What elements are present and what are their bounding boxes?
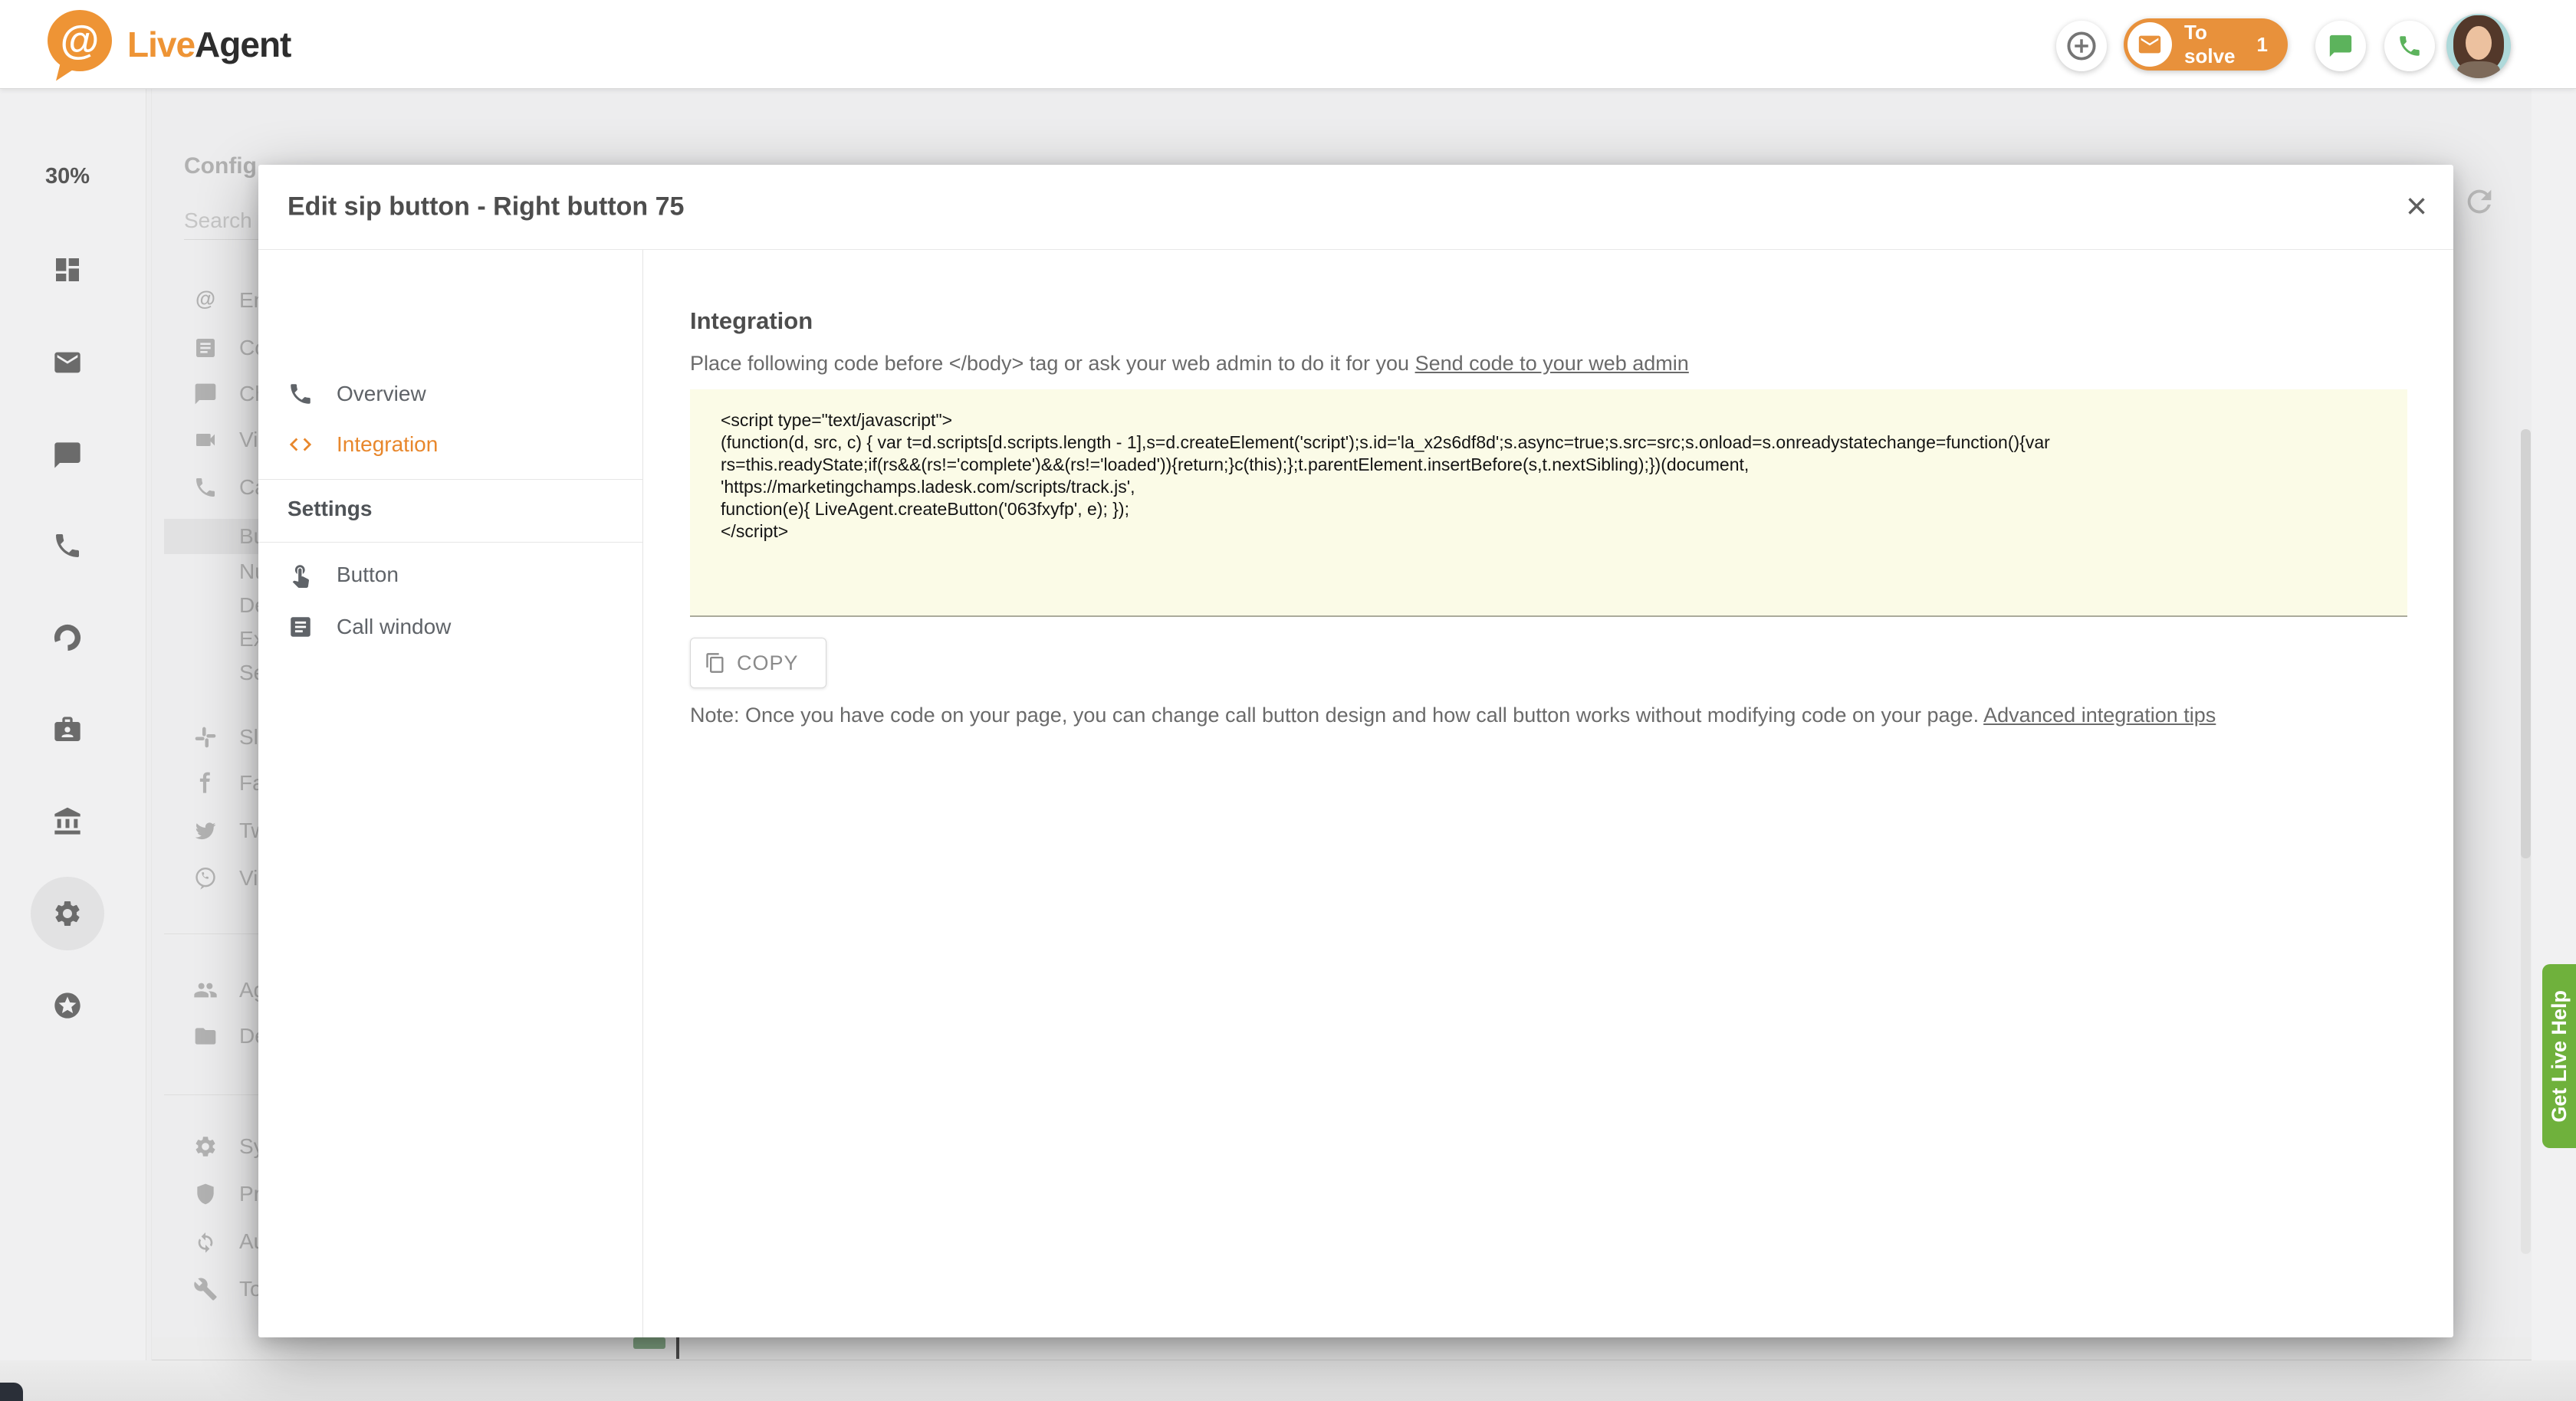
article-icon [193, 336, 218, 360]
people-icon [193, 978, 218, 1002]
phone-icon [193, 475, 218, 500]
shield-icon [193, 1182, 218, 1206]
sidebar-item-chat-icon[interactable] [52, 440, 83, 471]
facebook-icon [193, 771, 218, 796]
chats-button[interactable] [2315, 21, 2366, 71]
app-root: @ LiveAgent To solve 1 30% [0, 0, 2576, 1401]
envelope-icon [2137, 31, 2163, 57]
modal-header: Edit sip button - Right button 75 × [258, 165, 2453, 250]
page-bottom-fade [0, 1360, 2576, 1401]
usage-percent: 30% [0, 164, 135, 189]
liveagent-logo-text: LiveAgent [127, 0, 291, 88]
get-live-help-label: Get Live Help [2548, 990, 2571, 1123]
sidebar-item-dashboard-icon[interactable] [52, 254, 83, 285]
modal-nav: Overview Integration Settings Button Call wi… [258, 250, 643, 1337]
autorenew-icon [193, 1229, 218, 1254]
calls-button[interactable] [2384, 21, 2435, 71]
avatar-body [2457, 61, 2500, 78]
modal-nav-divider [258, 479, 642, 480]
config-item-label: Pr [239, 1182, 261, 1206]
avatar-face [2466, 26, 2492, 60]
logo-live: Live [127, 24, 195, 65]
modal-nav-label: Call window [337, 615, 451, 639]
integration-instruction: Place following code before </body> tag … [690, 352, 1689, 376]
refresh-icon[interactable] [2462, 184, 2497, 219]
copy-button[interactable]: COPY [690, 638, 826, 688]
chat-icon [193, 382, 218, 406]
advanced-tips-link[interactable]: Advanced integration tips [1983, 704, 2216, 727]
folder-icon [193, 1024, 218, 1048]
twitter-icon [193, 819, 218, 843]
instruction-text: Place following code before </body> tag … [690, 352, 1409, 375]
modal-nav-overview[interactable]: Overview [258, 369, 642, 418]
modal-nav-label: Integration [337, 432, 438, 457]
get-live-help-tab[interactable]: Get Live Help [2542, 964, 2576, 1148]
background-green-button-fragment [633, 1337, 665, 1349]
right-margin [2532, 88, 2576, 1401]
touch-icon [288, 562, 314, 588]
sidebar-divider-2 [151, 88, 152, 1401]
svg-text:@: @ [196, 288, 215, 310]
edit-sip-button-modal: Edit sip button - Right button 75 × Over… [258, 165, 2453, 1337]
to-solve-label: To solve [2184, 21, 2257, 68]
modal-nav-button[interactable]: Button [258, 550, 642, 599]
at-icon: @ [193, 288, 218, 313]
code-icon [288, 431, 314, 458]
integration-heading: Integration [690, 307, 813, 335]
sidebar-item-contact-card-icon[interactable] [52, 714, 83, 745]
background-bottom-row [152, 1337, 2532, 1360]
to-solve-button[interactable]: To solve 1 [2124, 18, 2288, 71]
close-icon[interactable]: × [2406, 189, 2427, 225]
note-text: Note: Once you have code on your page, y… [690, 704, 1979, 727]
integration-code: <script type="text/javascript"> (functio… [721, 409, 2377, 543]
modal-nav-call-window[interactable]: Call window [258, 602, 642, 651]
integration-code-box[interactable]: <script type="text/javascript"> (functio… [690, 389, 2407, 617]
chat-bubble-icon [2328, 33, 2354, 59]
viber-icon [193, 866, 218, 891]
sidebar-item-donut-icon[interactable] [52, 622, 83, 653]
sidebar-item-bank-icon[interactable] [52, 806, 83, 837]
copy-label: COPY [737, 651, 799, 675]
config-item-label: Vi [239, 428, 258, 452]
background-divider-fragment [676, 1337, 679, 1359]
sidebar-item-gear-icon[interactable] [31, 877, 104, 950]
modal-nav-label: Overview [337, 382, 426, 406]
to-solve-envelope-circle [2128, 22, 2172, 67]
article-icon [288, 614, 314, 640]
modal-nav-integration[interactable]: Integration [258, 420, 642, 469]
user-avatar[interactable] [2446, 14, 2511, 78]
plus-circle-icon [2065, 30, 2098, 62]
sidebar-item-star-icon[interactable] [52, 990, 83, 1021]
send-code-link[interactable]: Send code to your web admin [1415, 352, 1689, 375]
slack-icon [193, 725, 218, 750]
wrench-icon [193, 1277, 218, 1301]
background-scrollbar[interactable] [2521, 429, 2531, 1254]
modal-nav-divider [258, 542, 642, 543]
modal-nav-label: Button [337, 563, 399, 587]
logo-agent: Agent [195, 24, 291, 65]
phone-icon [288, 381, 314, 407]
scrollbar-thumb[interactable] [2521, 429, 2531, 858]
modal-title: Edit sip button - Right button 75 [288, 192, 684, 222]
add-new-button[interactable] [2056, 21, 2107, 71]
bottom-left-corner-artifact [0, 1383, 23, 1401]
gear-icon [193, 1134, 218, 1159]
copy-icon [705, 652, 726, 674]
phone-icon [2397, 33, 2423, 59]
logo-at-glyph: @ [61, 21, 100, 61]
sidebar-item-phone-icon[interactable] [52, 530, 83, 561]
to-solve-count: 1 [2257, 33, 2268, 57]
integration-note: Note: Once you have code on your page, y… [690, 704, 2216, 727]
configuration-panel-title: Configur [184, 153, 258, 179]
liveagent-logo-icon: @ [48, 10, 112, 71]
top-header: @ LiveAgent To solve 1 [0, 0, 2576, 89]
sidebar-item-mail-icon[interactable] [52, 347, 83, 378]
modal-nav-section-settings: Settings [288, 497, 372, 521]
videocam-icon [193, 428, 218, 452]
